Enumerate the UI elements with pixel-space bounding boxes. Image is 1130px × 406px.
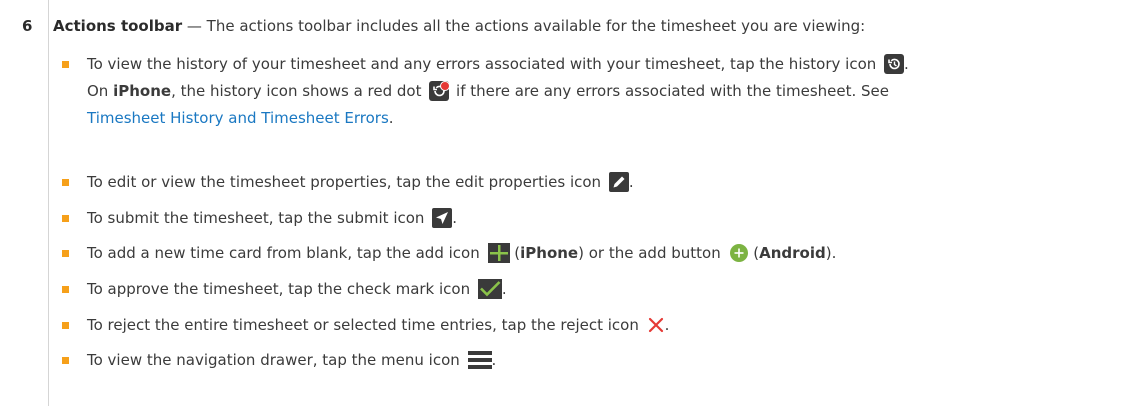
reject-period: . [664, 316, 670, 334]
bullet [62, 215, 69, 222]
history-text-4: if there are any errors associated with … [451, 82, 890, 100]
edit-properties-icon [608, 171, 629, 192]
row-number: 6 [22, 17, 33, 35]
row-number-cell: 6 [0, 0, 49, 406]
intro-text: — The actions toolbar includes all the a… [182, 17, 866, 35]
bullet [62, 322, 69, 329]
reject-text: To reject the entire timesheet or select… [87, 316, 639, 334]
add-line: To add a new time card from blank, tap t… [87, 241, 836, 265]
menu-text: To view the navigation drawer, tap the m… [87, 351, 460, 369]
actions-toolbar-row: 6 Actions toolbar — The actions toolbar … [0, 0, 1130, 406]
menu-period: . [491, 351, 497, 369]
menu-icon [467, 350, 492, 369]
submit-line: To submit the timesheet, tap the submit … [87, 206, 457, 230]
add-paren-1: ( [509, 244, 521, 262]
bullet [62, 61, 69, 68]
add-iphone-label: iPhone [520, 244, 579, 262]
add-end: ). [825, 244, 837, 262]
history-text-3: , the history icon shows a red dot [171, 82, 422, 100]
check-mark-icon [477, 278, 502, 299]
add-text-2: ) or the add button [578, 244, 721, 262]
reject-icon [647, 316, 665, 334]
add-android-label: Android [759, 244, 826, 262]
approve-line: To approve the timesheet, tap the check … [87, 277, 507, 301]
submit-period: . [452, 209, 457, 227]
submit-text: To submit the timesheet, tap the submit … [87, 209, 425, 227]
bullet [62, 179, 69, 186]
approve-text: To approve the timesheet, tap the check … [87, 280, 471, 298]
bullet [62, 250, 69, 257]
intro-title: Actions toolbar [53, 17, 183, 35]
reject-line: To reject the entire timesheet or select… [87, 313, 669, 337]
history-text-2: On [87, 82, 114, 100]
add-button-icon [729, 243, 749, 263]
history-line-1: To view the history of your timesheet an… [87, 52, 909, 76]
edit-period: . [628, 173, 634, 191]
add-icon [487, 242, 510, 263]
history-icon [884, 53, 905, 74]
history-line-2: On iPhone, the history icon shows a red … [87, 79, 889, 103]
edit-line: To edit or view the timesheet properties… [87, 170, 634, 194]
approve-period: . [501, 280, 507, 298]
submit-icon [432, 207, 453, 228]
history-period-2: . [388, 109, 394, 127]
history-text-1: To view the history of your timesheet an… [87, 55, 877, 73]
timesheet-history-link[interactable]: Timesheet History and Timesheet Errors [87, 109, 389, 127]
edit-text: To edit or view the timesheet properties… [87, 173, 602, 191]
bullet [62, 286, 69, 293]
add-text-1: To add a new time card from blank, tap t… [87, 244, 480, 262]
iphone-label: iPhone [113, 82, 172, 100]
intro-paragraph: Actions toolbar — The actions toolbar in… [53, 17, 865, 35]
bullet [62, 357, 69, 364]
history-period-1: . [904, 55, 909, 73]
history-line-3: Timesheet History and Timesheet Errors. [87, 106, 394, 130]
add-paren-2: ( [748, 244, 760, 262]
menu-line: To view the navigation drawer, tap the m… [87, 348, 496, 372]
history-error-icon [429, 80, 451, 101]
